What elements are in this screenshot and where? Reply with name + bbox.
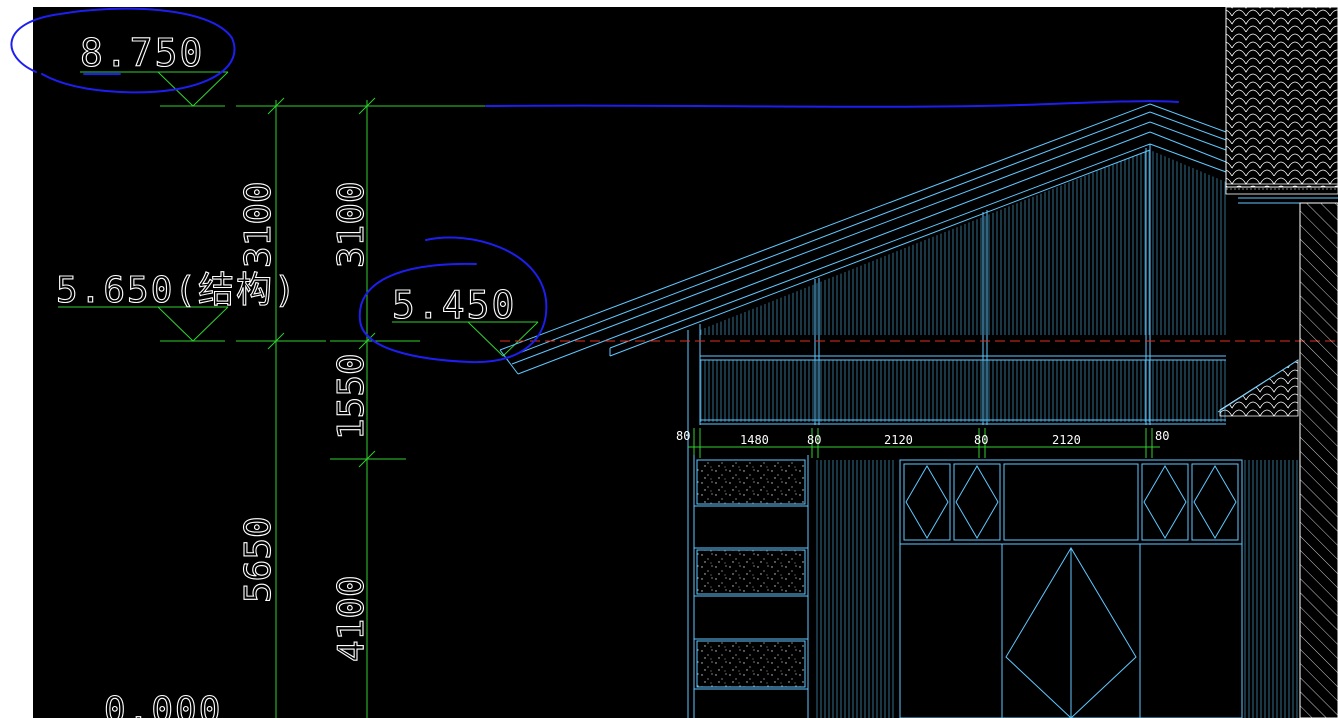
stone-panel-column [693, 455, 809, 718]
frieze-band [700, 355, 1226, 425]
wall-cladding-left [815, 460, 895, 718]
elevation-marker-structure [58, 306, 229, 342]
dim-outer-upper: 3100 [238, 181, 279, 268]
window-dim-5: 80 [974, 433, 988, 447]
wall-cladding-right [1244, 460, 1298, 718]
window-door-assembly [899, 459, 1243, 718]
dim-inner-middle: 1550 [331, 353, 372, 440]
window-dim-6: 2120 [1052, 433, 1081, 447]
dim-inner-lower: 4100 [331, 575, 372, 662]
window-dim-1: 80 [676, 429, 690, 443]
window-dim-3: 80 [807, 433, 821, 447]
elevation-marker-eave [392, 321, 539, 357]
elevation-eave-label: 5.450 [392, 283, 516, 327]
elevation-marker-top [80, 71, 229, 107]
elevation-structure-label: 5.650(结构) [56, 270, 298, 311]
dim-inner-upper: 3100 [331, 181, 372, 268]
window-dim-2: 1480 [740, 433, 769, 447]
window-dim-4: 2120 [884, 433, 913, 447]
annotation-line-ridge [485, 100, 1179, 108]
elevation-ground-label: 0.000 [104, 690, 222, 718]
dim-outer-lower: 5650 [238, 516, 279, 603]
elevation-top-label: 8.750 [80, 31, 204, 75]
window-dim-7: 80 [1155, 429, 1169, 443]
elevation-drawing: 8.750 5.650(结构) 5.450 0.000 3100 5650 31… [10, 6, 1338, 718]
